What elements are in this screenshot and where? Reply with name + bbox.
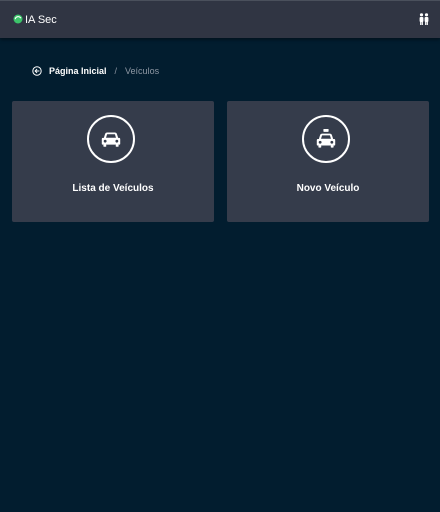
- card-label: Novo Veículo: [296, 183, 360, 194]
- card-label: Lista de Veículos: [72, 183, 154, 194]
- arrow-left-circle-icon[interactable]: [32, 66, 42, 76]
- taxi-icon: [316, 129, 336, 148]
- app-logo-icon[interactable]: [13, 14, 23, 24]
- top-bar: IA Sec: [0, 0, 440, 38]
- vehicle-list-card[interactable]: Lista de Veículos: [12, 101, 214, 222]
- breadcrumb: Página Inicial / Veículos: [32, 64, 159, 78]
- app-title[interactable]: IA Sec: [25, 13, 57, 27]
- car-icon: [101, 132, 121, 147]
- new-vehicle-card[interactable]: Novo Veículo: [227, 101, 429, 222]
- users-icon[interactable]: [417, 12, 431, 26]
- breadcrumb-current: Veículos: [125, 66, 160, 76]
- card-icon-circle: [87, 115, 135, 163]
- card-icon-circle: [302, 115, 350, 163]
- breadcrumb-separator: /: [114, 66, 118, 76]
- breadcrumb-home-link[interactable]: Página Inicial: [49, 65, 107, 77]
